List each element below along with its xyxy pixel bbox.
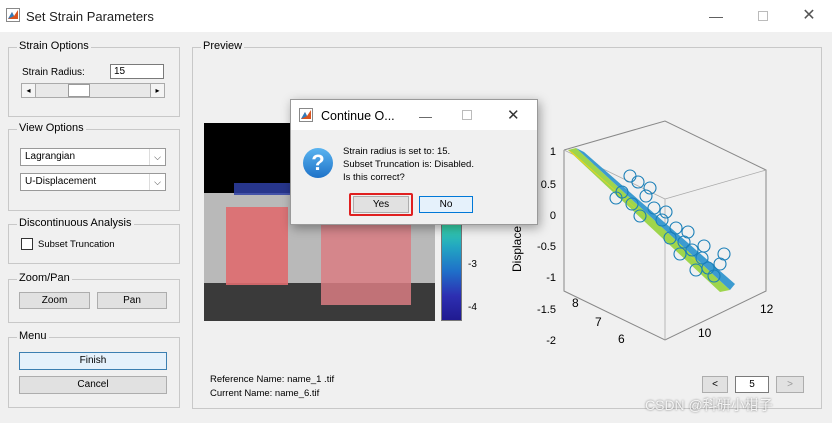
minimize-icon[interactable]: — <box>419 109 432 124</box>
colorbar-tick: -4 <box>468 302 477 313</box>
view-options-title: View Options <box>17 122 86 134</box>
close-icon[interactable]: ✕ <box>799 6 819 26</box>
dialog-message-line: Strain radius is set to: 15. <box>343 146 451 157</box>
finish-button[interactable]: Finish <box>19 352 167 370</box>
yes-button[interactable]: Yes <box>353 196 409 213</box>
dialog-titlebar: Continue O... — ✕ <box>291 100 537 130</box>
x-tick: 10 <box>698 326 712 340</box>
subset-truncation-checkbox[interactable] <box>21 238 33 250</box>
dialog-message-line: Is this correct? <box>343 172 405 183</box>
current-name-text: Current Name: name_6.tif <box>210 388 320 399</box>
continue-dialog: Continue O... — ✕ ? Strain radius is set… <box>290 99 538 225</box>
maximize-icon[interactable] <box>753 6 773 26</box>
next-image-button[interactable]: > <box>776 376 804 393</box>
y-tick: 6 <box>618 332 625 346</box>
window-titlebar: Set Strain Parameters — ✕ <box>0 0 832 32</box>
pan-button[interactable]: Pan <box>97 292 167 309</box>
dialog-title: Continue O... <box>321 109 395 123</box>
question-icon: ? <box>303 148 333 178</box>
cancel-button[interactable]: Cancel <box>19 376 167 394</box>
zoom-pan-title: Zoom/Pan <box>17 272 72 284</box>
subset-truncation-label: Subset Truncation <box>38 239 115 250</box>
previous-image-button[interactable]: < <box>702 376 728 393</box>
displacement-3d-plot[interactable]: 1 0.5 0 -0.5 -1 -1.5 -2 <box>520 100 790 350</box>
configuration-select[interactable]: Lagrangian ⌵ <box>20 148 166 166</box>
x-tick: 12 <box>760 302 774 316</box>
dialog-message-line: Subset Truncation is: Disabled. <box>343 159 474 170</box>
variable-select-value: U-Displacement <box>25 176 97 187</box>
matlab-icon <box>6 8 20 22</box>
discontinuous-analysis-title: Discontinuous Analysis <box>17 217 134 229</box>
z-tick: -0.5 <box>537 241 556 253</box>
chevron-down-icon[interactable]: ⌵ <box>149 149 165 165</box>
minimize-icon[interactable]: — <box>706 6 726 26</box>
no-button[interactable]: No <box>419 196 473 213</box>
matlab-icon <box>299 108 313 122</box>
strain-options-title: Strain Options <box>17 40 91 52</box>
chevron-down-icon[interactable]: ⌵ <box>149 174 165 190</box>
colorbar-tick: -3 <box>468 259 477 270</box>
zoom-button[interactable]: Zoom <box>19 292 90 309</box>
image-number-input[interactable]: 5 <box>735 376 769 393</box>
z-tick: 0.5 <box>541 179 556 191</box>
z-tick: -2 <box>546 335 556 347</box>
view-options-panel: View Options <box>8 122 180 211</box>
preview-title: Preview <box>201 40 245 52</box>
y-tick: 7 <box>595 315 602 329</box>
configuration-select-value: Lagrangian <box>25 151 76 162</box>
z-axis-label: Displace <box>510 225 524 272</box>
z-tick: 0 <box>550 210 556 222</box>
z-tick: 1 <box>550 146 556 158</box>
maximize-icon[interactable] <box>462 110 472 123</box>
window-title: Set Strain Parameters <box>26 9 154 24</box>
slider-thumb[interactable] <box>68 84 91 97</box>
watermark-text: CSDN @科研小柑子 <box>645 397 773 413</box>
z-tick: -1 <box>546 272 556 284</box>
colorbar <box>441 222 462 321</box>
slider-left-arrow-icon[interactable]: ◂ <box>22 84 36 97</box>
variable-select[interactable]: U-Displacement ⌵ <box>20 173 166 191</box>
strain-options-panel: Strain Options <box>8 40 180 117</box>
strain-radius-label: Strain Radius: <box>22 67 85 78</box>
slider-right-arrow-icon[interactable]: ▸ <box>150 84 164 97</box>
close-icon[interactable]: ✕ <box>507 106 520 124</box>
strain-radius-slider[interactable]: ◂ ▸ <box>21 83 165 98</box>
menu-title: Menu <box>17 330 49 342</box>
menu-panel: Menu <box>8 330 180 408</box>
strain-radius-input[interactable]: 15 <box>110 64 164 79</box>
reference-name-text: Reference Name: name_1 .tif <box>210 374 335 385</box>
y-tick: 8 <box>572 296 579 310</box>
z-tick: -1.5 <box>537 304 556 316</box>
